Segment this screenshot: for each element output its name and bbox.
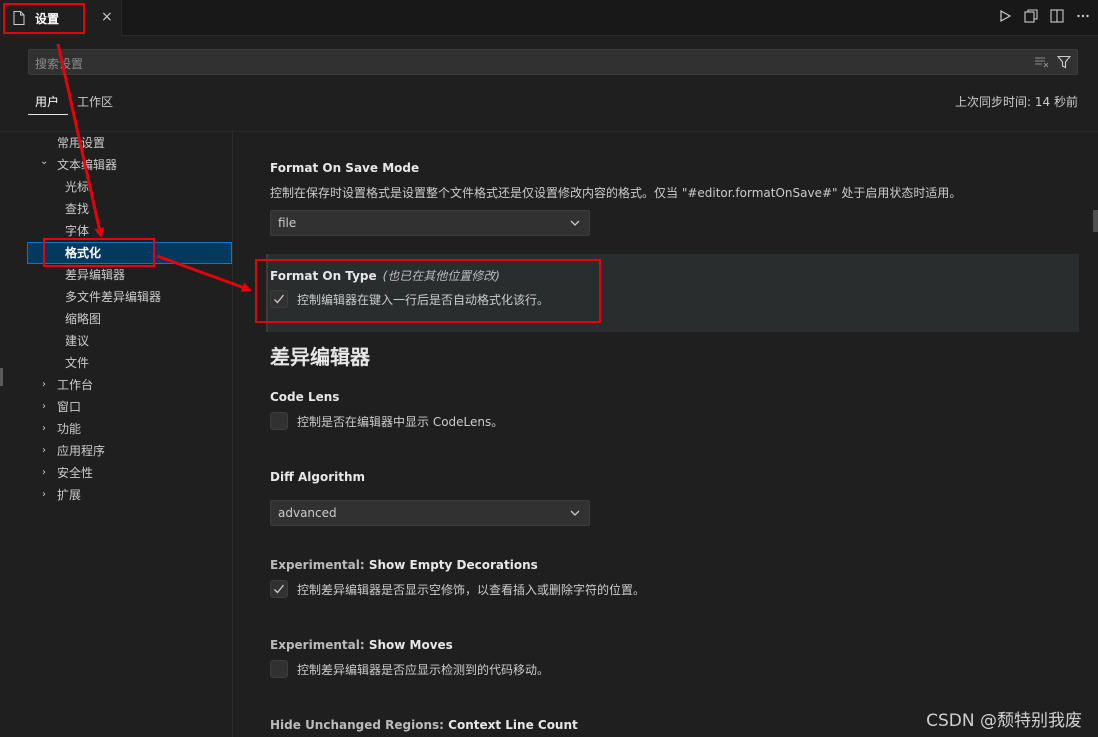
annotation-arrows [56,43,252,292]
watermark: CSDN @颓特别我废 [926,711,1082,731]
